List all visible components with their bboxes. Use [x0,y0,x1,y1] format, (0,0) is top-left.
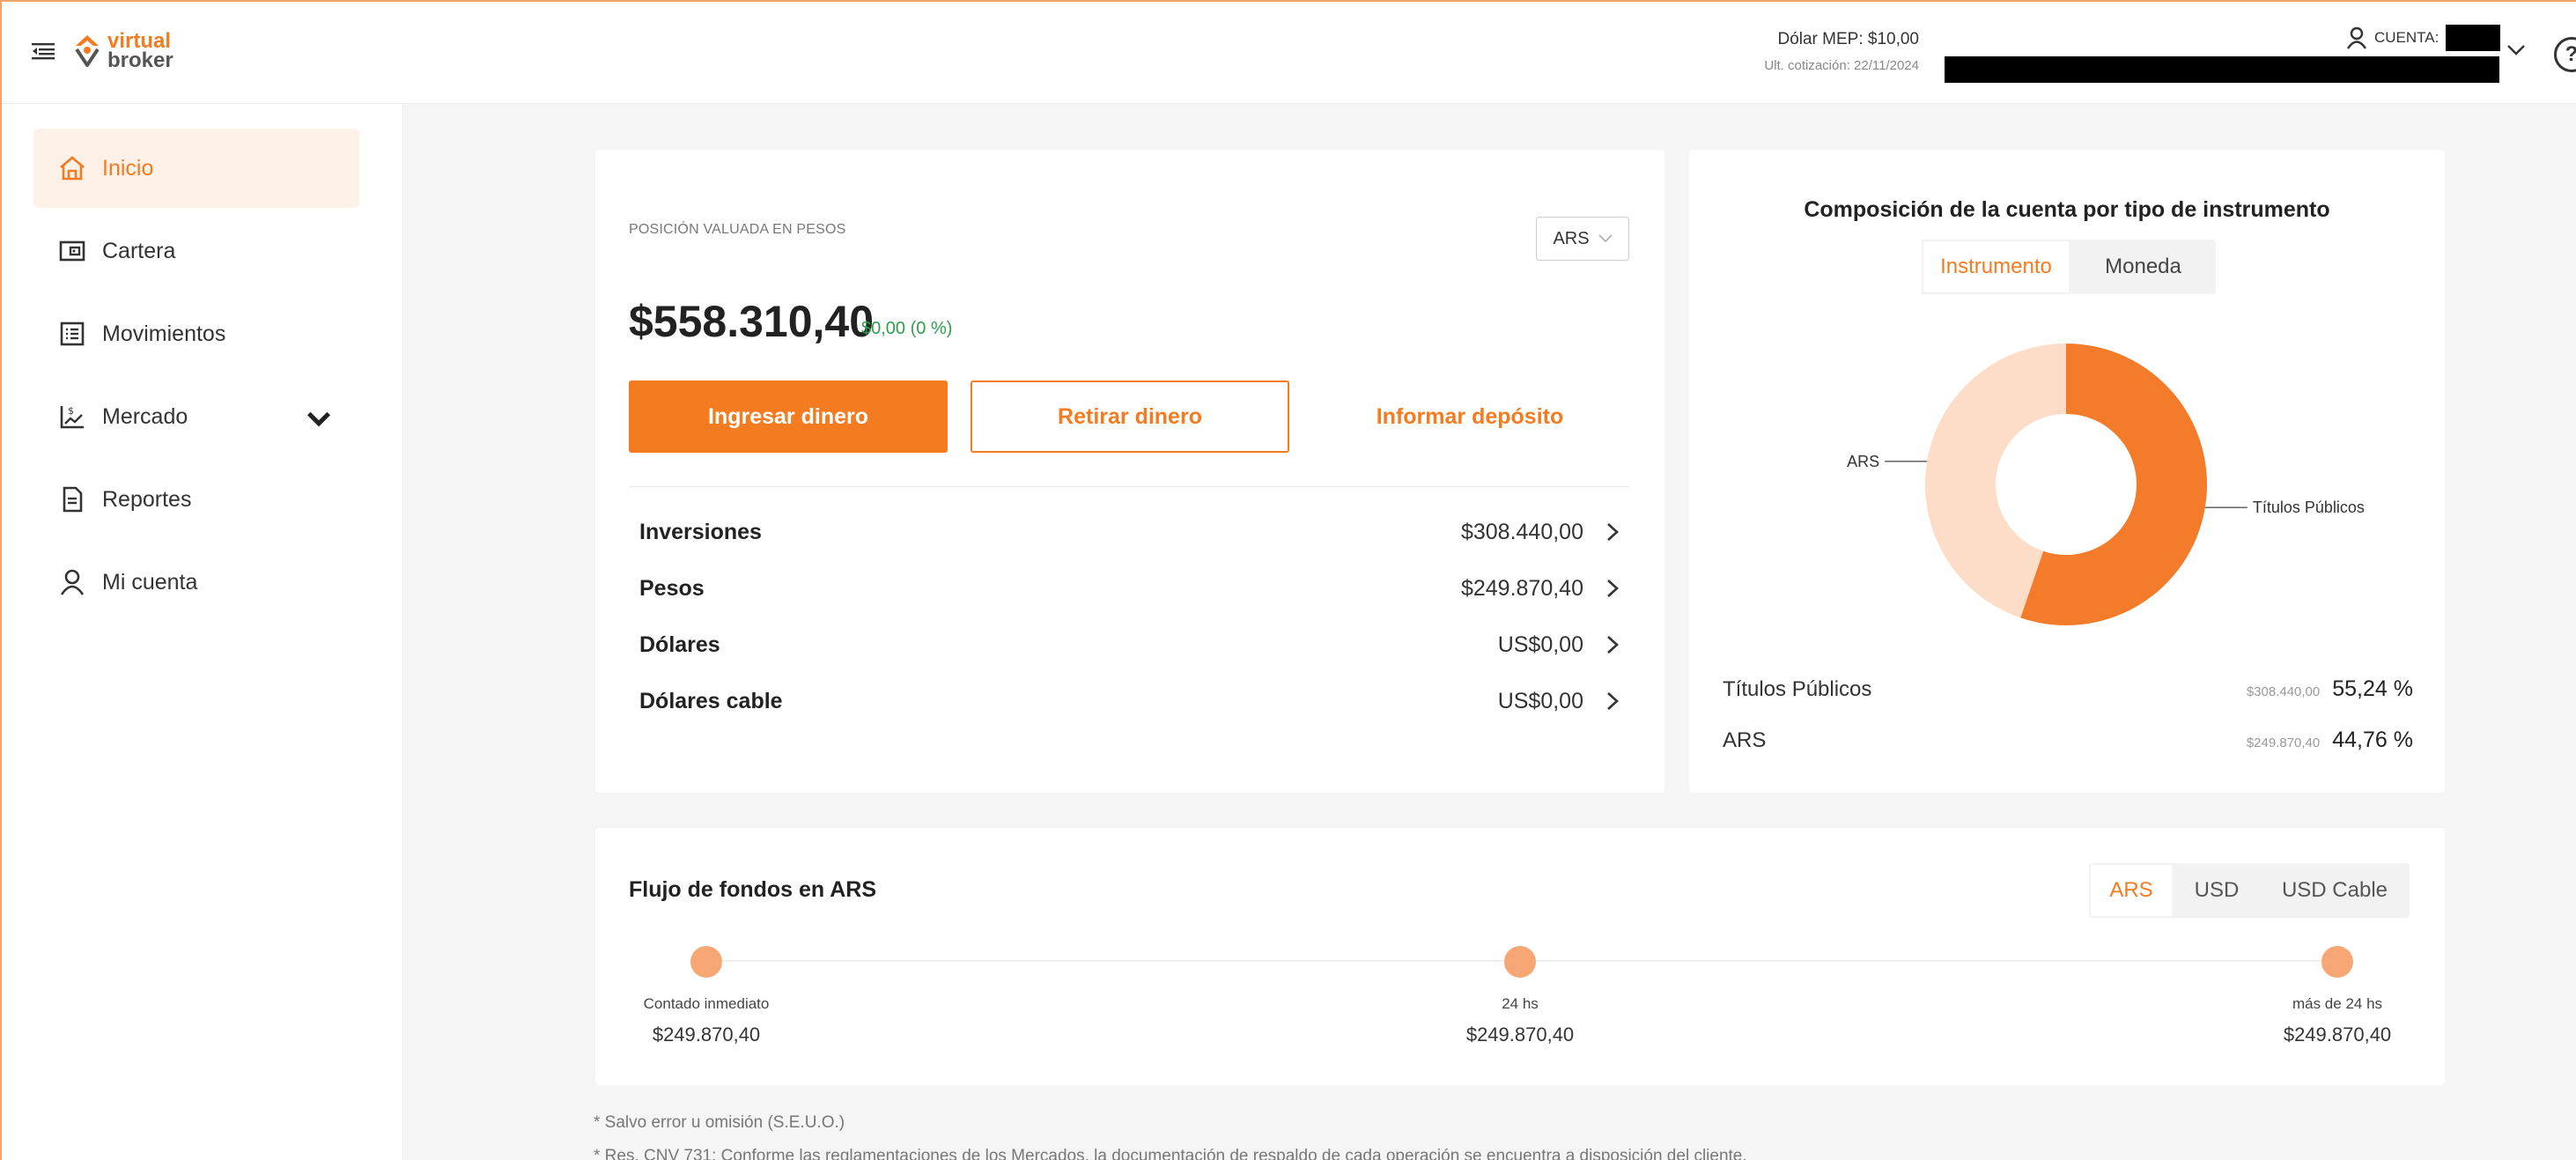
composition-name: ARS [1723,728,1767,752]
chevron-right-icon [1607,692,1619,710]
help-icon[interactable]: ? [2554,37,2576,72]
logo-mark-icon [75,35,100,67]
sidebar-item-label: Reportes [102,486,192,512]
sidebar-item-mi-cuenta[interactable]: Mi cuenta [33,543,359,622]
divider [629,486,1629,487]
user-icon [60,569,85,595]
market-chart-icon: $ [60,405,84,429]
withdraw-button[interactable]: Retirar dinero [971,381,1289,453]
cash-flow-card: Flujo de fondos en ARS ARS USD USD Cable… [595,828,2445,1085]
chevron-right-icon [1607,523,1619,541]
timeline-label: 24 hs [1502,995,1539,1012]
mep-quote: Dólar MEP: $10,00 Ult. cotización: 22/11… [1764,30,1919,73]
cash-flow-title: Flujo de fondos en ARS [629,877,877,902]
sidebar-item-inicio[interactable]: Inicio [33,129,359,208]
logo-text: virtual broker [107,31,173,72]
timeline-amount: $249.870,40 [2283,1023,2392,1045]
virtual-broker-logo[interactable]: virtual broker [74,31,173,72]
tab-ars[interactable]: ARS [2091,865,2172,916]
tab-moneda[interactable]: Moneda [2070,240,2216,294]
sidebar-item-cartera[interactable]: Cartera [33,211,359,291]
balance-row-pesos[interactable]: Pesos $249.870,40 [639,571,1620,606]
svg-text:$: $ [68,405,74,417]
inform-deposit-link[interactable]: Informar depósito [1310,381,1629,453]
composition-donut-chart: Títulos Públicos ARS [1847,344,2365,625]
currency-value: ARS [1553,228,1590,248]
footnote-seuo: * Salvo error u omisión (S.E.U.O.) [594,1113,845,1132]
wallet-icon [59,240,85,262]
composition-percent: 44,76 % [2332,728,2413,752]
cash-flow-currency-tabs: ARS USD USD Cable [2089,863,2410,918]
timeline-dot [2321,946,2353,978]
mep-date: Ult. cotización: 22/11/2024 [1764,58,1919,73]
chevron-right-icon [1607,580,1619,597]
deposit-button[interactable]: Ingresar dinero [629,381,948,453]
tab-usd-cable[interactable]: USD Cable [2260,863,2410,918]
balance-label: Dólares cable [639,688,783,713]
home-icon [60,156,85,181]
position-change: $0,00 (0 %) [861,319,953,338]
position-label: POSICIÓN VALUADA EN PESOS [629,222,846,237]
timeline-label: Contado inmediato [643,995,770,1012]
position-card: POSICIÓN VALUADA EN PESOS ARS $558.310,4… [595,150,1664,793]
balance-label: Dólares [639,632,720,657]
sidebar-item-movimientos[interactable]: Movimientos [33,294,359,373]
composition-tabs: Instrumento Moneda [1922,240,2216,294]
timeline-amount: $249.870,40 [1465,1023,1575,1045]
position-amount: $558.310,40 [629,297,875,346]
composition-amount: $308.440,00 [2246,684,2321,699]
balance-label: Pesos [639,575,705,601]
chevron-right-icon [1607,636,1619,654]
chevron-down-icon [1598,234,1613,243]
document-icon [63,486,83,513]
balance-row-inversiones[interactable]: Inversiones $308.440,00 [639,514,1620,550]
sidebar-item-label: Mi cuenta [102,569,198,595]
balance-row-dolares-cable[interactable]: Dólares cable US$0,00 [639,683,1620,719]
account-selector[interactable]: CUENTA: [2346,25,2501,51]
menu-collapse-icon[interactable] [32,42,55,60]
chevron-down-icon[interactable] [2506,44,2526,56]
composition-percent: 55,24 % [2332,676,2413,701]
sidebar-item-label: Inicio [102,155,154,181]
account-label: CUENTA: [2374,29,2439,46]
sidebar: Inicio Cartera Movimientos $ Mercado Rep… [0,104,403,1160]
currency-select[interactable]: ARS [1536,217,1629,261]
balance-value: US$0,00 [1497,632,1583,657]
timeline-label: más de 24 hs [2292,995,2383,1012]
composition-name: Títulos Públicos [1723,677,1872,701]
user-icon [2347,26,2366,49]
redacted-account-number [2446,25,2501,51]
sidebar-item-reportes[interactable]: Reportes [33,460,359,539]
donut-label-0: Títulos Públicos [2253,499,2365,516]
timeline-dot [690,946,722,978]
composition-amount: $249.870,40 [2246,735,2321,750]
composition-row-ars: ARS $249.870,40 44,76 % [1723,728,2413,753]
redacted-account-name [1945,56,2499,83]
balance-value: $308.440,00 [1460,519,1583,544]
balance-row-dolares[interactable]: Dólares US$0,00 [639,627,1620,662]
composition-title: Composición de la cuenta por tipo de ins… [1804,197,2330,222]
list-icon [60,321,85,346]
balance-label: Inversiones [639,519,762,544]
mep-value: Dólar MEP: $10,00 [1777,30,1919,48]
footnote-cnv: * Res. CNV 731: Conforme las reglamentac… [594,1147,1747,1160]
top-header: virtual broker Dólar MEP: $10,00 Ult. co… [0,0,2576,104]
tab-usd[interactable]: USD [2174,863,2260,918]
balance-value: US$0,00 [1497,688,1583,713]
sidebar-item-label: Mercado [102,403,188,429]
timeline-amount: $249.870,40 [652,1023,761,1045]
sidebar-item-label: Movimientos [102,321,226,346]
composition-card: Composición de la cuenta por tipo de ins… [1689,150,2445,793]
composition-row-titulos: Títulos Públicos $308.440,00 55,24 % [1723,676,2413,702]
sidebar-item-label: Cartera [102,238,176,263]
tab-instrumento[interactable]: Instrumento [1922,240,2070,294]
donut-label-1: ARS [1847,453,1879,470]
balance-value: $249.870,40 [1460,575,1583,601]
chevron-down-icon[interactable] [305,405,333,433]
sidebar-item-mercado[interactable]: $ Mercado [33,377,359,456]
logo-line-2: broker [107,48,173,72]
timeline-dot [1504,946,1536,978]
